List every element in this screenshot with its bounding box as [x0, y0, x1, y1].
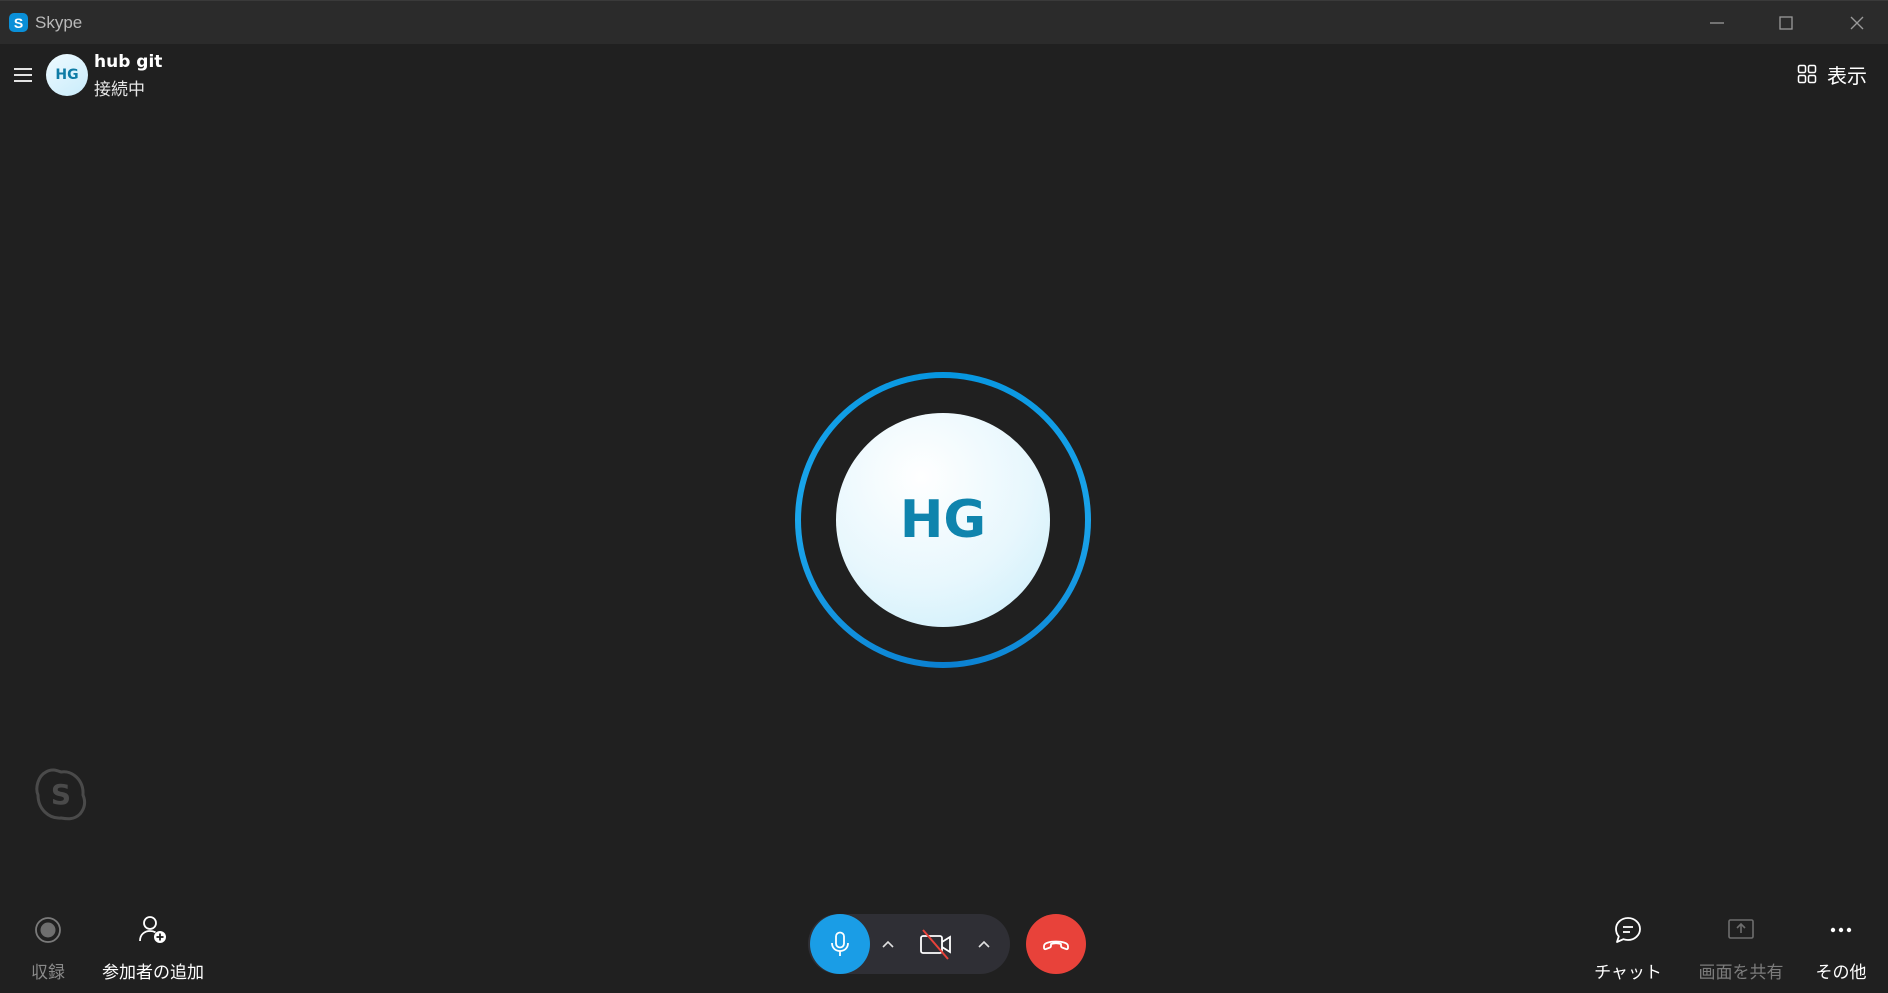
audio-options-chevron-icon[interactable] — [876, 932, 900, 956]
chat-icon — [1610, 912, 1646, 948]
more-icon — [1823, 912, 1859, 948]
svg-text:S: S — [51, 778, 71, 811]
minimize-button[interactable] — [1702, 9, 1732, 37]
app-title: Skype — [35, 13, 83, 32]
video-options-chevron-icon[interactable] — [972, 932, 996, 956]
call-status: 接続中 — [94, 80, 145, 100]
record-button[interactable]: 収録 — [26, 912, 70, 983]
microphone-icon — [831, 931, 849, 956]
more-label: その他 — [1815, 963, 1867, 983]
close-button[interactable] — [1842, 9, 1872, 37]
record-icon — [30, 912, 66, 948]
contact-name: hub git — [94, 52, 163, 72]
camera-off-icon[interactable] — [918, 926, 954, 962]
chat-label: チャット — [1594, 963, 1662, 983]
skype-logo-icon: S — [9, 13, 28, 32]
add-participant-button[interactable]: 参加者の追加 — [98, 912, 208, 983]
maximize-icon — [1779, 16, 1793, 30]
share-screen-label: 画面を共有 — [1698, 963, 1784, 983]
record-label: 収録 — [31, 963, 65, 983]
maximize-button[interactable] — [1771, 9, 1801, 37]
mute-button[interactable] — [810, 914, 870, 974]
more-button[interactable]: その他 — [1808, 912, 1874, 983]
grid-icon — [1797, 64, 1817, 84]
hangup-icon — [1043, 940, 1069, 951]
hamburger-icon[interactable] — [13, 66, 33, 84]
callee-avatar: HG — [836, 413, 1050, 627]
skype-watermark-icon: S — [35, 768, 87, 821]
add-participant-label: 参加者の追加 — [102, 963, 204, 983]
close-icon — [1850, 16, 1864, 30]
chat-button[interactable]: チャット — [1588, 912, 1668, 983]
contact-avatar[interactable]: HG — [46, 54, 88, 96]
title-bar: S Skype — [0, 0, 1888, 44]
view-label: 表示 — [1827, 63, 1867, 88]
minimize-icon — [1710, 22, 1724, 24]
calling-ring: HG — [795, 372, 1091, 668]
skype-call-window: S Skype HG hub git 接続中 表示 HG S 収録 参加者の追加… — [0, 0, 1888, 993]
share-screen-icon — [1723, 912, 1759, 948]
hang-up-button[interactable] — [1026, 914, 1086, 974]
share-screen-button[interactable]: 画面を共有 — [1686, 912, 1796, 983]
view-button[interactable]: 表示 — [1797, 58, 1867, 90]
person-add-icon — [135, 912, 171, 948]
